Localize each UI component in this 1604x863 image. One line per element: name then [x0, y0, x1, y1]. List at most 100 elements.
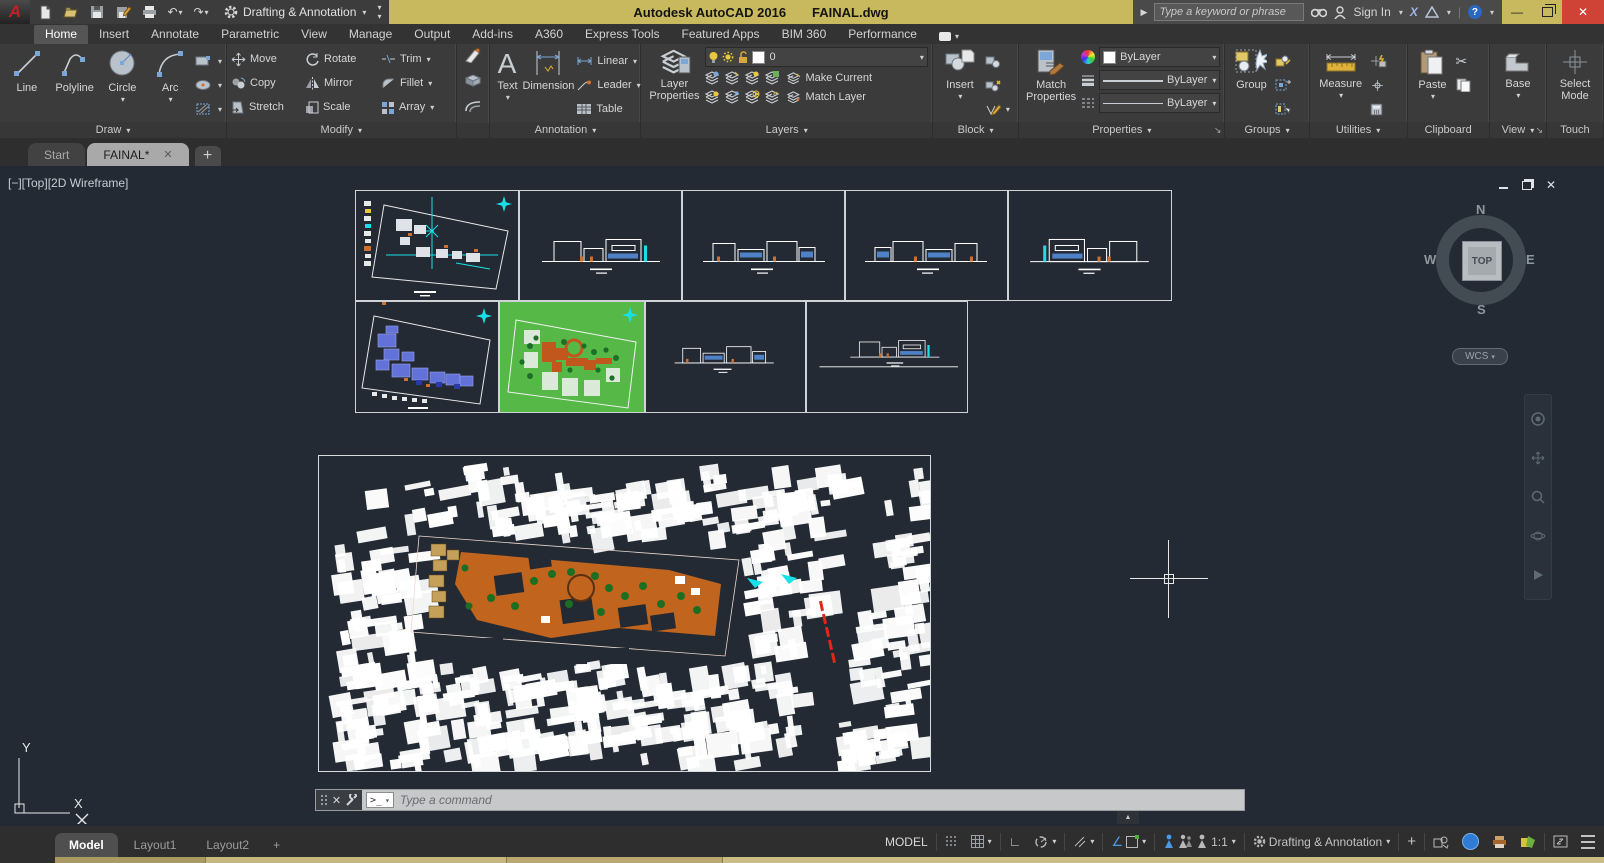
stretch-button[interactable]: Stretch	[231, 95, 295, 119]
panel-label-modify[interactable]: Modify▾	[227, 122, 456, 138]
properties-dialog-launcher[interactable]: ↘	[1214, 125, 1222, 136]
a360-dropdown[interactable]: ▾	[1447, 8, 1451, 17]
expand-icon[interactable]: ▶	[1141, 7, 1148, 18]
view-dialog-launcher[interactable]: ↘	[1535, 125, 1543, 136]
drawing-floor-plan[interactable]	[355, 301, 499, 413]
paste-button[interactable]: Paste▾	[1412, 47, 1454, 103]
redo-icon[interactable]: ↷▾	[192, 3, 210, 21]
command-prompt-badge[interactable]: >_▾	[366, 792, 394, 808]
viewcube[interactable]: N W E S TOP	[1427, 206, 1535, 324]
scale-button[interactable]: Scale	[305, 95, 371, 119]
viewcube-north[interactable]: N	[1476, 202, 1485, 217]
isolate-objects-toggle[interactable]	[1428, 830, 1454, 854]
measure-button[interactable]: Measure▾	[1314, 47, 1368, 102]
trim-button[interactable]: Trim▾	[381, 47, 431, 71]
define-attributes-icon[interactable]	[985, 73, 1010, 97]
table-button[interactable]: Table	[576, 97, 640, 121]
showmotion-icon[interactable]	[1530, 567, 1546, 583]
quick-select-icon[interactable]	[1370, 49, 1387, 73]
explode-icon[interactable]	[464, 73, 482, 97]
ungroup-icon[interactable]	[1275, 73, 1291, 97]
panel-label-touch[interactable]: Touch	[1547, 122, 1603, 138]
grip-dots[interactable]	[320, 794, 328, 806]
dimension-button[interactable]: Dimension	[522, 47, 574, 92]
layout-tab-model[interactable]: Model	[55, 833, 118, 857]
drawing-elevation-4[interactable]	[1008, 190, 1172, 301]
ellipse-button[interactable]: ▾	[195, 73, 222, 97]
layer-tool-icons-row1[interactable]	[705, 71, 781, 85]
tab-bim-360[interactable]: BIM 360	[771, 25, 838, 44]
annotation-scale-group[interactable]: 1:1▾	[1158, 830, 1241, 854]
circle-button[interactable]: Circle▾	[100, 47, 146, 106]
panel-label-properties[interactable]: Properties▾	[1019, 122, 1224, 138]
group-selection-icon[interactable]	[1275, 97, 1291, 121]
annotation-monitor-plus[interactable]: +	[1402, 830, 1421, 854]
tab-a360[interactable]: A360	[524, 25, 574, 44]
command-close-icon[interactable]: ✕	[332, 794, 341, 807]
fillet-button[interactable]: Fillet▾	[381, 71, 432, 95]
line-button[interactable]: Line	[4, 47, 50, 94]
layer-unlock-icon[interactable]	[738, 51, 748, 63]
polar-tracking-toggle[interactable]: ▾	[1029, 830, 1061, 854]
tab-view[interactable]: View	[290, 25, 338, 44]
customize-wrench-icon[interactable]	[345, 794, 358, 807]
hatch-button[interactable]: ▾	[195, 97, 222, 121]
drawing-elevation-3[interactable]	[845, 190, 1008, 301]
arc-button[interactable]: Arc▾	[147, 47, 193, 106]
orbit-icon[interactable]	[1530, 528, 1546, 544]
plot-icon[interactable]	[140, 3, 158, 21]
drawing-landscape-plan[interactable]	[499, 301, 645, 413]
isodraft-toggle[interactable]: ▾	[1068, 830, 1099, 854]
drawing-close-icon[interactable]: ✕	[1546, 178, 1556, 192]
lineweight-combo[interactable]: ByLayer ▾	[1099, 70, 1220, 90]
layer-select-combo[interactable]: 0 ▾	[705, 47, 927, 67]
drawing-section-1[interactable]	[645, 301, 806, 413]
grid-display-toggle[interactable]: ▾	[966, 830, 997, 854]
copy-button[interactable]: Copy	[231, 71, 295, 95]
customization-menu[interactable]	[1576, 830, 1600, 854]
annotation-visibility-toggle[interactable]: ∠ ▾	[1106, 830, 1151, 854]
panel-label-draw[interactable]: Draw▾	[0, 122, 226, 138]
drawing-elevation-1[interactable]	[519, 190, 682, 301]
erase-icon[interactable]	[464, 47, 482, 71]
linetype-combo[interactable]: ByLayer ▾	[1099, 93, 1220, 113]
new-drawing-tab-button[interactable]: +	[195, 146, 221, 166]
ribbon-display-toggle[interactable]: ▾	[928, 30, 970, 44]
tab-home[interactable]: Home	[34, 25, 88, 44]
sign-in-dropdown[interactable]: ▾	[1399, 8, 1403, 17]
create-block-icon[interactable]	[985, 49, 1010, 73]
viewcube-top-face[interactable]: TOP	[1462, 241, 1502, 281]
move-button[interactable]: Move	[231, 47, 295, 71]
clean-screen-toggle[interactable]	[1548, 830, 1573, 854]
tab-add-ins[interactable]: Add-ins	[461, 25, 524, 44]
help-icon[interactable]: ?	[1468, 5, 1482, 19]
insert-button[interactable]: Insert▾	[937, 47, 983, 103]
drawing-restore-icon[interactable]	[1522, 181, 1532, 190]
command-history-toggle[interactable]: ▲	[1117, 811, 1139, 824]
snap-mode-toggle[interactable]	[940, 830, 963, 854]
workspace-status-switcher[interactable]: Drafting & Annotation▾	[1248, 830, 1395, 854]
group-edit-icon[interactable]	[1275, 49, 1291, 73]
trusted-autodesk-icon[interactable]	[1515, 830, 1541, 854]
drawing-section-2[interactable]	[806, 301, 968, 413]
save-as-icon[interactable]	[114, 3, 132, 21]
save-icon[interactable]	[88, 3, 106, 21]
panel-label-annotation[interactable]: Annotation▾	[490, 122, 640, 138]
layer-tool-icons-row2[interactable]	[705, 90, 781, 104]
tab-manage[interactable]: Manage	[338, 25, 403, 44]
help-dropdown[interactable]: ▾	[1490, 8, 1494, 17]
wcs-menu[interactable]: WCS▾	[1452, 348, 1508, 365]
exchange-apps-icon[interactable]: X	[1410, 5, 1418, 19]
tab-annotate[interactable]: Annotate	[140, 25, 210, 44]
file-tab-close-icon[interactable]: ✕	[163, 148, 172, 161]
pan-icon[interactable]	[1530, 450, 1546, 466]
tab-performance[interactable]: Performance	[837, 25, 928, 44]
panel-label-groups[interactable]: Groups▾	[1225, 122, 1308, 138]
search-binoculars-icon[interactable]	[1311, 6, 1327, 18]
drawing-minimize-icon[interactable]	[1499, 187, 1508, 189]
drawing-city-map[interactable]	[318, 455, 931, 772]
drawing-elevation-2[interactable]	[682, 190, 845, 301]
viewcube-west[interactable]: W	[1424, 252, 1436, 267]
layout-tab-layout2[interactable]: Layout2	[192, 833, 263, 857]
panel-label-clipboard[interactable]: Clipboard	[1408, 122, 1489, 138]
